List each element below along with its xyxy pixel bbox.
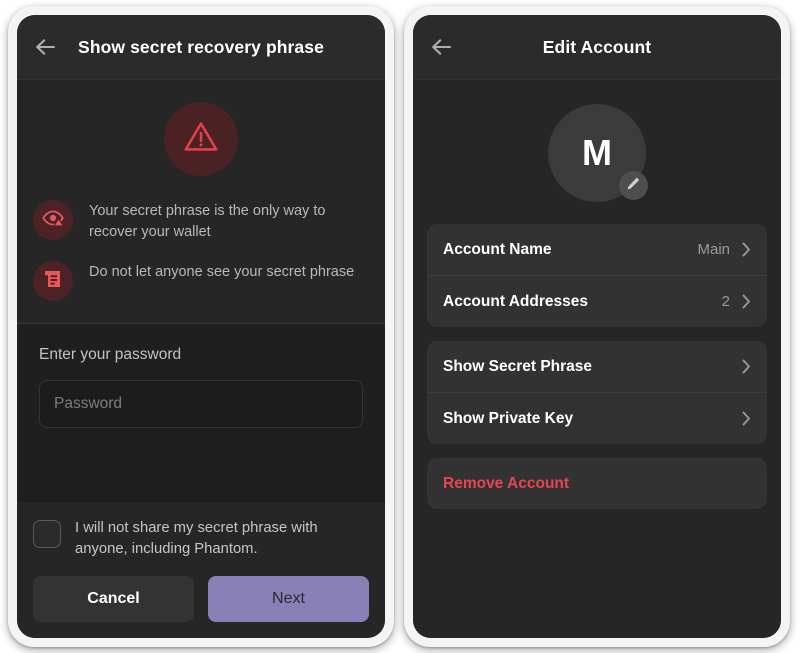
avatar[interactable]: M <box>548 104 648 202</box>
left-device-frame: Show secret recovery phrase Your secret … <box>8 6 394 647</box>
arrow-left-icon <box>431 38 453 56</box>
show-secret-recovery-phrase-screen: Show secret recovery phrase Your secret … <box>17 15 385 638</box>
page-title: Show secret recovery phrase <box>78 36 324 57</box>
row-label: Remove Account <box>443 474 570 492</box>
password-spacer <box>39 428 363 502</box>
back-button[interactable] <box>427 32 457 62</box>
list-item: Do not let anyone see your secret phrase <box>33 261 369 301</box>
row-value: 2 <box>721 293 730 310</box>
avatar-edit-button[interactable] <box>619 171 648 200</box>
next-button[interactable]: Next <box>208 576 369 622</box>
list-item-label: Your secret phrase is the only way to re… <box>89 203 326 240</box>
edit-account-screen: Edit Account M Account Name Main Account… <box>413 15 781 638</box>
chevron-right-icon <box>742 359 751 374</box>
row-label: Show Private Key <box>443 409 574 427</box>
warning-triangle-icon <box>183 120 219 158</box>
arrow-left-icon <box>35 38 57 56</box>
avatar-initial: M <box>582 132 612 173</box>
row-label: Account Name <box>443 240 552 258</box>
warning-badge <box>164 102 238 176</box>
row-value: Main <box>697 241 730 258</box>
chevron-right-icon <box>742 411 751 426</box>
action-button-row: Cancel Next <box>33 576 369 622</box>
row-remove-account[interactable]: Remove Account <box>427 458 767 509</box>
back-button[interactable] <box>31 32 61 62</box>
consent-label: I will not share my secret phrase with a… <box>75 520 318 557</box>
row-account-name[interactable]: Account Name Main <box>427 224 767 275</box>
warning-bullet-list: Your secret phrase is the only way to re… <box>17 200 385 301</box>
consent-row[interactable]: I will not share my secret phrase with a… <box>33 518 369 560</box>
right-device-frame: Edit Account M Account Name Main Account… <box>404 6 790 647</box>
cancel-button[interactable]: Cancel <box>33 576 194 622</box>
eye-warning-icon <box>42 210 64 231</box>
list-item: Your secret phrase is the only way to re… <box>33 200 369 243</box>
chevron-right-icon <box>742 294 751 309</box>
chevron-right-icon <box>742 242 751 257</box>
consent-checkbox[interactable] <box>33 520 61 548</box>
right-titlebar: Edit Account <box>413 15 781 80</box>
bullet-icon-badge <box>33 261 73 301</box>
warning-section: Your secret phrase is the only way to re… <box>17 80 385 323</box>
password-label: Enter your password <box>39 346 182 363</box>
list-item-label: Do not let anyone see your secret phrase <box>89 264 355 280</box>
password-section: Enter your password <box>17 324 385 502</box>
row-account-addresses[interactable]: Account Addresses 2 <box>427 275 767 327</box>
scroll-document-icon <box>43 269 63 294</box>
edit-account-body: M Account Name Main Account Addresses 2 … <box>413 80 781 638</box>
warning-badge-wrap <box>17 102 385 176</box>
bullet-icon-badge <box>33 200 73 240</box>
screenshot-stage: Show secret recovery phrase Your secret … <box>0 0 800 653</box>
avatar-section: M <box>427 80 767 224</box>
row-label: Show Secret Phrase <box>443 357 593 375</box>
password-input[interactable] <box>39 380 363 428</box>
page-title: Edit Account <box>542 36 652 57</box>
edit-body-spacer <box>427 523 767 638</box>
row-label: Account Addresses <box>443 292 588 310</box>
remove-account-card: Remove Account <box>427 458 767 509</box>
secrets-card: Show Secret Phrase Show Private Key <box>427 341 767 444</box>
left-titlebar: Show secret recovery phrase <box>17 15 385 80</box>
left-footer: I will not share my secret phrase with a… <box>17 502 385 638</box>
row-show-secret-phrase[interactable]: Show Secret Phrase <box>427 341 767 392</box>
row-show-private-key[interactable]: Show Private Key <box>427 392 767 444</box>
pencil-icon <box>626 176 641 196</box>
account-info-card: Account Name Main Account Addresses 2 <box>427 224 767 327</box>
